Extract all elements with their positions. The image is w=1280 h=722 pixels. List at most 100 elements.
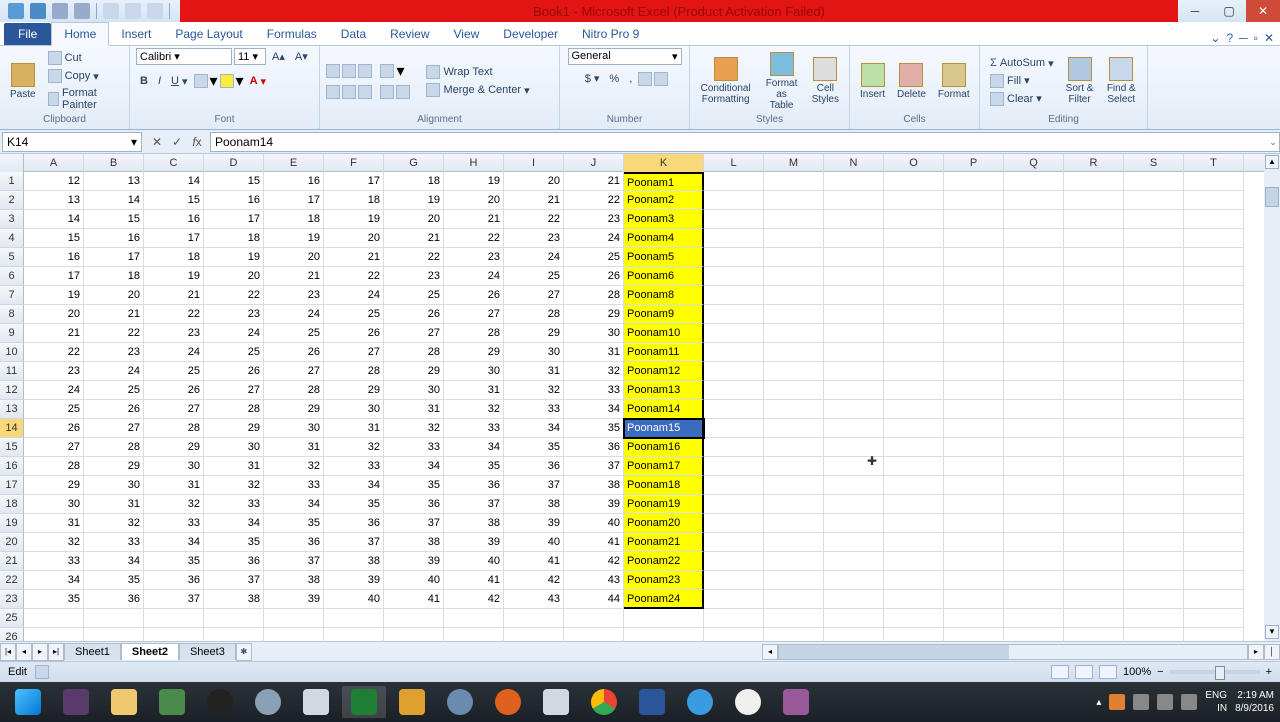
cell[interactable]	[704, 514, 764, 533]
cell-k[interactable]: Poonam14	[624, 400, 704, 419]
file-tab[interactable]: File	[4, 23, 51, 45]
cell-styles-button[interactable]: Cell Styles	[808, 55, 843, 107]
cell[interactable]: 29	[84, 457, 144, 476]
row-header[interactable]: 4	[0, 229, 24, 248]
cell[interactable]	[1184, 267, 1244, 286]
cell[interactable]	[824, 172, 884, 191]
decrease-font-icon[interactable]: A▾	[291, 49, 312, 64]
cell[interactable]	[1124, 381, 1184, 400]
cell[interactable]: 42	[444, 590, 504, 609]
cell[interactable]	[1124, 533, 1184, 552]
cell[interactable]: 32	[144, 495, 204, 514]
cell[interactable]: 34	[24, 571, 84, 590]
cell[interactable]: 44	[564, 590, 624, 609]
cell[interactable]: 40	[324, 590, 384, 609]
row-header[interactable]: 14	[0, 419, 24, 438]
cell[interactable]	[764, 248, 824, 267]
cell[interactable]	[1184, 419, 1244, 438]
cell[interactable]: 28	[324, 362, 384, 381]
row-header[interactable]: 3	[0, 210, 24, 229]
cell[interactable]: 26	[444, 286, 504, 305]
cell[interactable]	[1124, 191, 1184, 210]
cell[interactable]	[1064, 324, 1124, 343]
cell[interactable]	[1184, 552, 1244, 571]
cell[interactable]	[884, 495, 944, 514]
cell[interactable]	[1184, 590, 1244, 609]
cell[interactable]: 38	[264, 571, 324, 590]
fill-color-button[interactable]	[220, 74, 234, 88]
cell[interactable]: 24	[324, 286, 384, 305]
cell[interactable]	[824, 609, 884, 628]
window-close-icon[interactable]: ✕	[1264, 31, 1274, 45]
cell[interactable]: 34	[384, 457, 444, 476]
cell[interactable]: 38	[324, 552, 384, 571]
align-top-icon[interactable]	[326, 64, 340, 78]
cell[interactable]	[1184, 324, 1244, 343]
chrome-icon[interactable]	[582, 686, 626, 718]
pagelayout-tab[interactable]: Page Layout	[163, 23, 254, 45]
cell[interactable]	[264, 628, 324, 641]
row-header[interactable]: 22	[0, 571, 24, 590]
cell[interactable]	[824, 229, 884, 248]
cell[interactable]: 37	[264, 552, 324, 571]
cell[interactable]	[944, 533, 1004, 552]
cell[interactable]	[944, 571, 1004, 590]
cell[interactable]: 40	[384, 571, 444, 590]
cell[interactable]	[1184, 476, 1244, 495]
cell[interactable]	[704, 419, 764, 438]
cell[interactable]: 25	[504, 267, 564, 286]
cell[interactable]: 31	[144, 476, 204, 495]
cell[interactable]: 31	[504, 362, 564, 381]
row-header[interactable]: 25	[0, 609, 24, 628]
cell[interactable]: 14	[24, 210, 84, 229]
cell[interactable]: 29	[264, 400, 324, 419]
cell[interactable]: 28	[384, 343, 444, 362]
cell[interactable]	[1124, 457, 1184, 476]
cell[interactable]: 36	[564, 438, 624, 457]
cell[interactable]: 32	[324, 438, 384, 457]
cell[interactable]: 27	[444, 305, 504, 324]
cell[interactable]: 33	[504, 400, 564, 419]
cell[interactable]: 29	[324, 381, 384, 400]
cell[interactable]	[1004, 267, 1064, 286]
cell[interactable]: 31	[564, 343, 624, 362]
cell[interactable]: 32	[264, 457, 324, 476]
cell[interactable]	[384, 609, 444, 628]
cell[interactable]	[944, 210, 1004, 229]
cell[interactable]: 26	[324, 324, 384, 343]
cell[interactable]: 24	[564, 229, 624, 248]
cell[interactable]: 27	[84, 419, 144, 438]
paste-button[interactable]: Paste	[6, 61, 40, 102]
cell[interactable]	[1064, 533, 1124, 552]
cell-k[interactable]: Poonam6	[624, 267, 704, 286]
cell[interactable]	[704, 457, 764, 476]
cell[interactable]	[944, 628, 1004, 641]
cell[interactable]	[324, 609, 384, 628]
cell[interactable]	[1184, 533, 1244, 552]
cell[interactable]	[764, 438, 824, 457]
cell[interactable]: 32	[564, 362, 624, 381]
cell[interactable]: 32	[444, 400, 504, 419]
cell[interactable]: 17	[84, 248, 144, 267]
cell[interactable]	[884, 286, 944, 305]
cell[interactable]: 34	[264, 495, 324, 514]
cell[interactable]: 22	[84, 324, 144, 343]
cell[interactable]	[944, 343, 1004, 362]
cell[interactable]	[884, 229, 944, 248]
cell[interactable]	[764, 362, 824, 381]
cell[interactable]: 26	[84, 400, 144, 419]
row-header[interactable]: 21	[0, 552, 24, 571]
cell[interactable]: 20	[24, 305, 84, 324]
cell[interactable]: 36	[444, 476, 504, 495]
cell[interactable]: 26	[564, 267, 624, 286]
cell[interactable]: 39	[564, 495, 624, 514]
cell[interactable]: 39	[384, 552, 444, 571]
cell[interactable]	[1064, 172, 1124, 191]
cell-k[interactable]: Poonam5	[624, 248, 704, 267]
clock[interactable]: 2:19 AM8/9/2016	[1235, 690, 1274, 714]
cell[interactable]	[1184, 286, 1244, 305]
cell[interactable]: 33	[324, 457, 384, 476]
cell[interactable]	[884, 400, 944, 419]
cell[interactable]: 39	[324, 571, 384, 590]
network-icon[interactable]	[1157, 694, 1173, 710]
